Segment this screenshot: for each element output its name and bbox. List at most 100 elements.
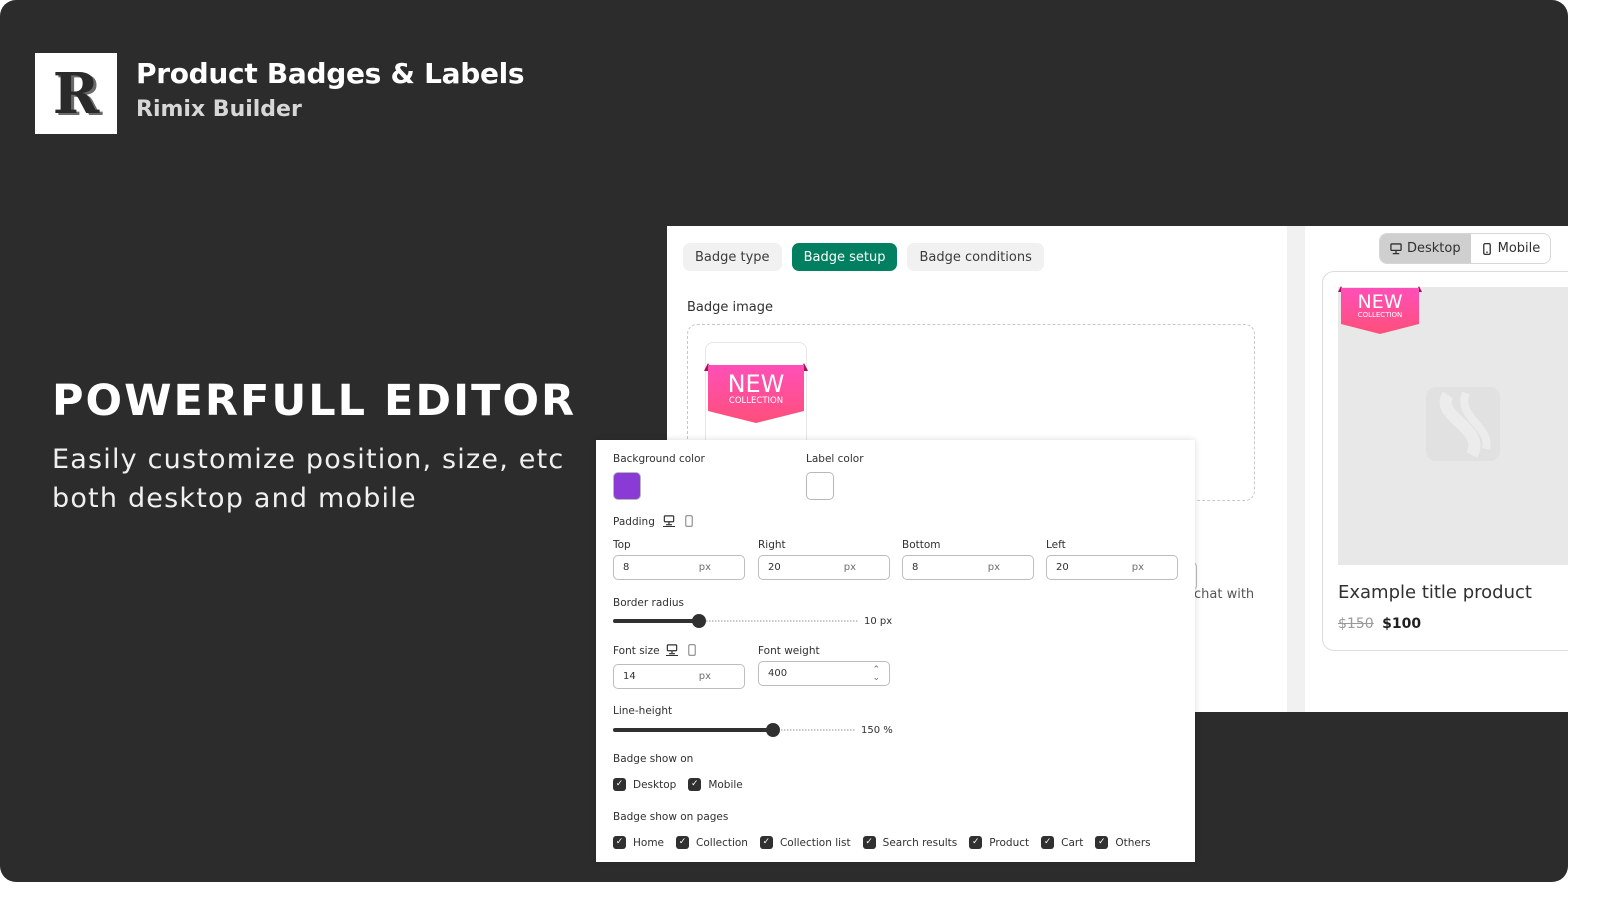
border-radius-slider[interactable] — [613, 614, 858, 628]
page-cart-checkbox[interactable]: ✓ Cart — [1041, 836, 1083, 849]
font-weight-select[interactable]: 400 ⌃ ⌄ — [758, 661, 890, 686]
page-product-label: Product — [989, 836, 1030, 849]
label-color-label: Label color — [806, 453, 864, 465]
compare-at-price: $150 — [1338, 616, 1374, 632]
badge-ribbon-preview: NEW COLLECTION — [1338, 286, 1422, 336]
page-collection-list-checkbox[interactable]: ✓ Collection list — [759, 836, 851, 849]
app-title: Product Badges & Labels — [136, 57, 525, 90]
font-weight-label: Font weight — [758, 645, 820, 657]
checkbox-checked-icon[interactable]: ✓ — [759, 836, 773, 849]
font-size-device-switch — [666, 644, 698, 656]
checkbox-checked-icon[interactable]: ✓ — [688, 778, 702, 791]
padding-right-unit: px — [843, 562, 856, 573]
padding-bottom-unit: px — [987, 562, 1000, 573]
checkbox-checked-icon[interactable]: ✓ — [862, 836, 876, 849]
padding-top-value: 8 — [623, 562, 630, 573]
page-home-label: Home — [633, 836, 665, 849]
price-row: $150 $100 — [1338, 616, 1421, 632]
desktop-toggle-label: Desktop — [1407, 241, 1461, 256]
checkbox-checked-icon[interactable]: ✓ — [613, 778, 626, 791]
partial-chat-text: chat with — [1194, 587, 1255, 602]
padding-right-value: 20 — [768, 562, 781, 573]
padding-top-input[interactable]: 8 px — [613, 555, 745, 580]
device-toggle: Desktop Mobile — [1379, 233, 1552, 264]
preview-panel: Desktop Mobile NEW COLLECTION Example ti… — [1287, 226, 1568, 712]
preview-badge-sub-text: COLLECTION — [1358, 311, 1403, 319]
page-others-label: Others — [1115, 836, 1151, 849]
show-on-desktop-label: Desktop — [633, 778, 677, 791]
border-radius-label: Border radius — [613, 597, 684, 609]
page-home-checkbox[interactable]: ✓ Home — [613, 836, 664, 849]
padding-right-label: Right — [758, 539, 786, 551]
padding-mobile-icon[interactable] — [683, 515, 695, 527]
page-collection-label: Collection — [696, 836, 748, 849]
tab-badge-conditions[interactable]: Badge conditions — [907, 243, 1044, 271]
tab-badge-type[interactable]: Badge type — [683, 243, 782, 271]
badge-image-label: Badge image — [687, 300, 774, 315]
padding-device-switch — [663, 515, 695, 527]
checkbox-checked-icon[interactable]: ✓ — [676, 836, 690, 849]
checkbox-checked-icon[interactable]: ✓ — [1041, 836, 1055, 849]
badge-main-text: NEW — [728, 370, 785, 398]
show-on-pages-label: Badge show on pages — [613, 811, 729, 823]
show-on-mobile-checkbox[interactable]: ✓ Mobile — [688, 778, 743, 791]
product-title[interactable]: Example title product — [1338, 582, 1532, 603]
border-radius-value: 10 px — [864, 616, 893, 627]
image-placeholder-icon — [1426, 387, 1500, 461]
page-collection-checkbox[interactable]: ✓ Collection — [676, 836, 748, 849]
line-height-slider[interactable] — [613, 723, 855, 737]
checkbox-checked-icon[interactable]: ✓ — [613, 836, 626, 849]
show-on-devices: ✓ Desktop ✓ Mobile — [613, 778, 743, 791]
checkbox-checked-icon[interactable]: ✓ — [1095, 836, 1109, 849]
page-search-results-label: Search results — [882, 836, 958, 849]
font-size-mobile-icon[interactable] — [686, 644, 698, 656]
font-size-input[interactable]: 14 px — [613, 664, 745, 689]
padding-right-input[interactable]: 20 px — [758, 555, 890, 580]
background-color-label: Background color — [613, 453, 705, 465]
sale-price: $100 — [1382, 616, 1422, 632]
page-search-results-checkbox[interactable]: ✓ Search results — [862, 836, 958, 849]
hero-subtitle: Easily customize position, size, etc bot… — [52, 444, 565, 514]
badge-ribbon-thumbnail: NEW COLLECTION — [704, 363, 808, 425]
promo-canvas: R Product Badges & Labels Rimix Builder … — [0, 0, 1568, 882]
padding-left-input[interactable]: 20 px — [1046, 555, 1178, 580]
line-height-value: 150 % — [861, 725, 893, 736]
font-size-desktop-icon[interactable] — [666, 644, 678, 656]
preview-badge-main-text: NEW — [1357, 291, 1402, 313]
line-height-label: Line-height — [613, 705, 673, 717]
padding-left-label: Left — [1046, 539, 1066, 551]
padding-bottom-input[interactable]: 8 px — [902, 555, 1034, 580]
padding-label: Padding — [613, 516, 655, 528]
padding-desktop-icon[interactable] — [663, 515, 675, 527]
mobile-toggle-button[interactable]: Mobile — [1470, 234, 1551, 263]
logo-letter: R — [52, 60, 100, 127]
padding-bottom-value: 8 — [912, 562, 919, 573]
select-chevron-icon: ⌃ ⌄ — [872, 664, 880, 683]
padding-top-unit: px — [698, 562, 711, 573]
line-height-thumb[interactable] — [765, 723, 780, 737]
show-on-desktop-checkbox[interactable]: ✓ Desktop — [613, 778, 676, 791]
font-size-unit: px — [698, 671, 711, 682]
page-collection-list-label: Collection list — [779, 836, 851, 849]
show-on-pages: ✓ Home ✓ Collection ✓ Collection list ✓ … — [613, 836, 1151, 849]
badge-settings-panel: Background color Label color Padding Top… — [596, 440, 1195, 862]
padding-left-value: 20 — [1056, 562, 1069, 573]
border-radius-thumb[interactable] — [691, 614, 706, 628]
line-height-fill — [613, 728, 773, 732]
badge-sub-text: COLLECTION — [729, 396, 783, 406]
show-on-label: Badge show on — [613, 753, 694, 765]
tab-badge-setup[interactable]: Badge setup — [791, 243, 898, 271]
label-color-swatch[interactable] — [806, 472, 834, 500]
page-product-checkbox[interactable]: ✓ Product — [969, 836, 1029, 849]
preview-area: Desktop Mobile NEW COLLECTION Example ti… — [1305, 226, 1568, 712]
page-cart-label: Cart — [1061, 836, 1084, 849]
mobile-icon — [1482, 242, 1491, 255]
mobile-toggle-label: Mobile — [1497, 241, 1541, 256]
background-color-swatch[interactable] — [613, 472, 641, 500]
desktop-toggle-button[interactable]: Desktop — [1380, 234, 1471, 263]
font-size-label: Font size — [613, 645, 660, 657]
app-subtitle: Rimix Builder — [136, 97, 302, 122]
checkbox-checked-icon[interactable]: ✓ — [969, 836, 983, 849]
page-others-checkbox[interactable]: ✓ Others — [1095, 836, 1151, 849]
padding-bottom-label: Bottom — [902, 539, 941, 551]
